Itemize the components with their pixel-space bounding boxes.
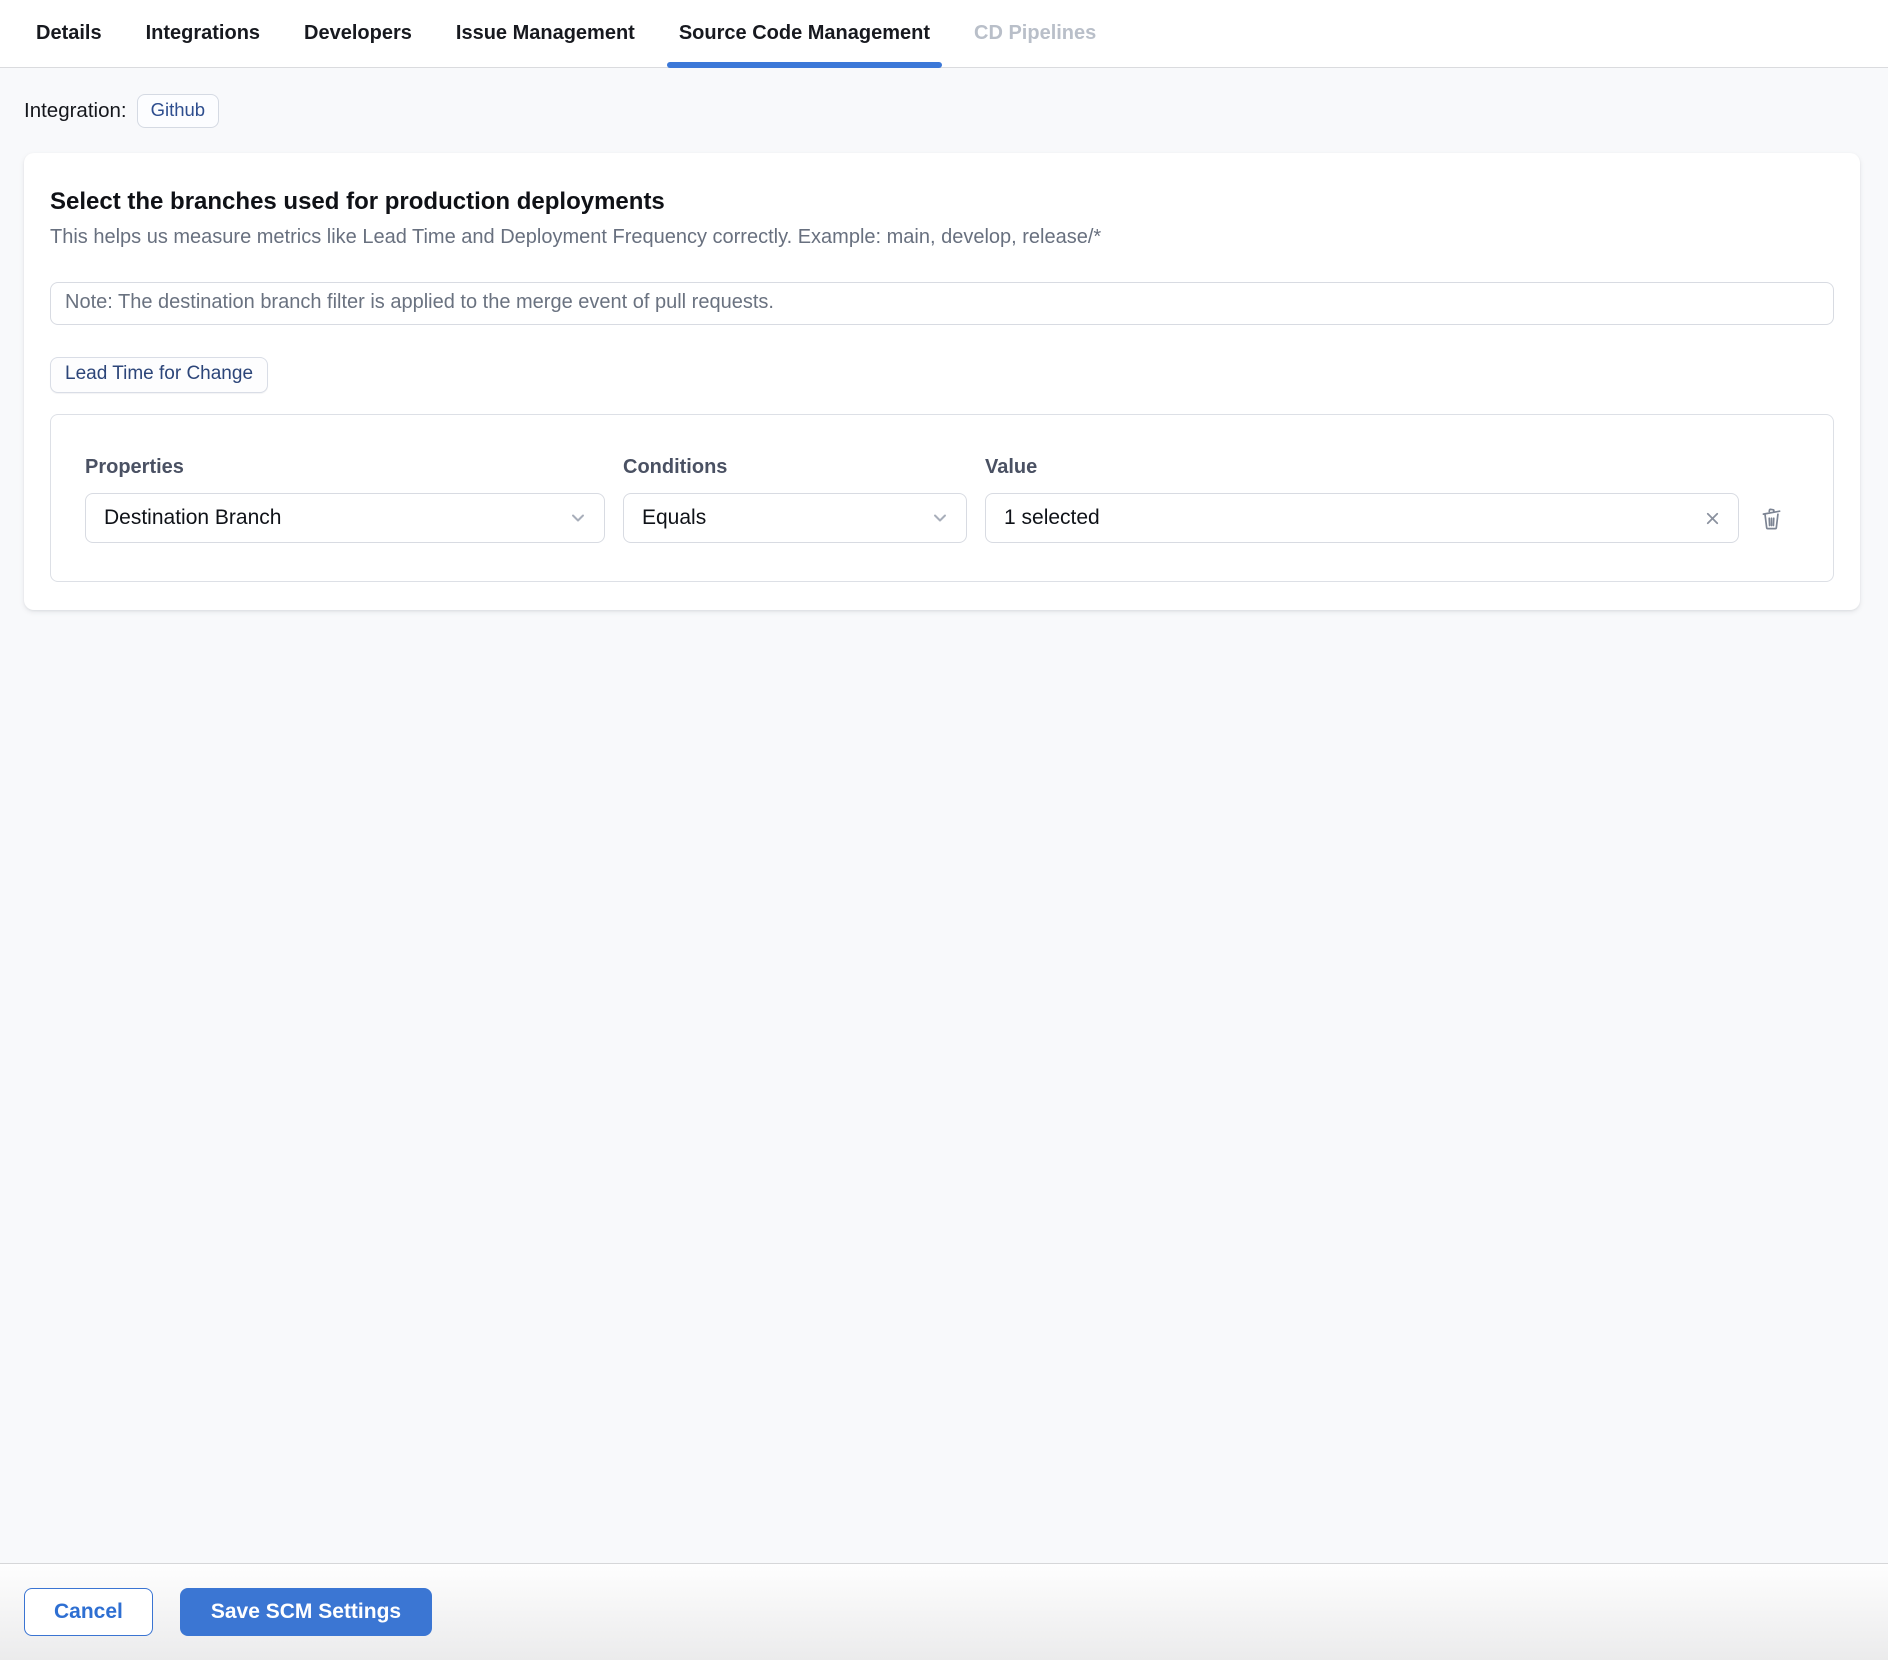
properties-column-header: Properties xyxy=(85,456,184,478)
cancel-button[interactable]: Cancel xyxy=(24,1588,153,1636)
lead-time-for-change-tag: Lead Time for Change xyxy=(50,357,269,393)
property-select[interactable]: Destination Branch xyxy=(85,493,605,543)
branch-filter-panel: Properties Conditions Value Destination … xyxy=(50,414,1834,582)
destination-branch-note: Note: The destination branch filter is a… xyxy=(50,282,1834,325)
integration-label: Integration: xyxy=(24,99,127,122)
save-scm-settings-button[interactable]: Save SCM Settings xyxy=(179,1588,433,1636)
card-subtitle: This helps us measure metrics like Lead … xyxy=(50,226,1102,248)
integration-provider-badge: Github xyxy=(136,94,220,128)
condition-select[interactable]: Equals xyxy=(623,493,967,543)
condition-select-value: Equals xyxy=(642,506,707,529)
tab-bar: Details Integrations Developers Issue Ma… xyxy=(0,0,1888,68)
clear-selection-icon[interactable] xyxy=(1703,509,1722,528)
action-footer: Cancel Save SCM Settings xyxy=(0,1563,1888,1660)
tab-cd-pipelines: CD Pipelines xyxy=(974,22,1097,44)
value-column-header: Value xyxy=(985,456,1038,478)
value-select-value: 1 selected xyxy=(1004,506,1100,529)
card-title: Select the branches used for production … xyxy=(50,188,665,215)
tab-integrations[interactable]: Integrations xyxy=(134,0,272,67)
value-multiselect[interactable]: 1 selected xyxy=(985,493,1739,543)
chevron-down-icon xyxy=(568,508,588,528)
conditions-column-header: Conditions xyxy=(623,456,728,478)
trash-icon xyxy=(1758,505,1785,532)
tab-source-code-management[interactable]: Source Code Management xyxy=(666,0,943,68)
scm-settings-card: Select the branches used for production … xyxy=(24,153,1860,610)
tab-issue-management[interactable]: Issue Management xyxy=(444,0,647,67)
delete-filter-row-button[interactable] xyxy=(1757,505,1785,532)
tab-details[interactable]: Details xyxy=(24,0,114,67)
tab-developers[interactable]: Developers xyxy=(292,0,424,67)
chevron-down-icon xyxy=(930,508,950,528)
property-select-value: Destination Branch xyxy=(104,506,282,529)
integration-row: Integration: Github xyxy=(24,94,1864,128)
